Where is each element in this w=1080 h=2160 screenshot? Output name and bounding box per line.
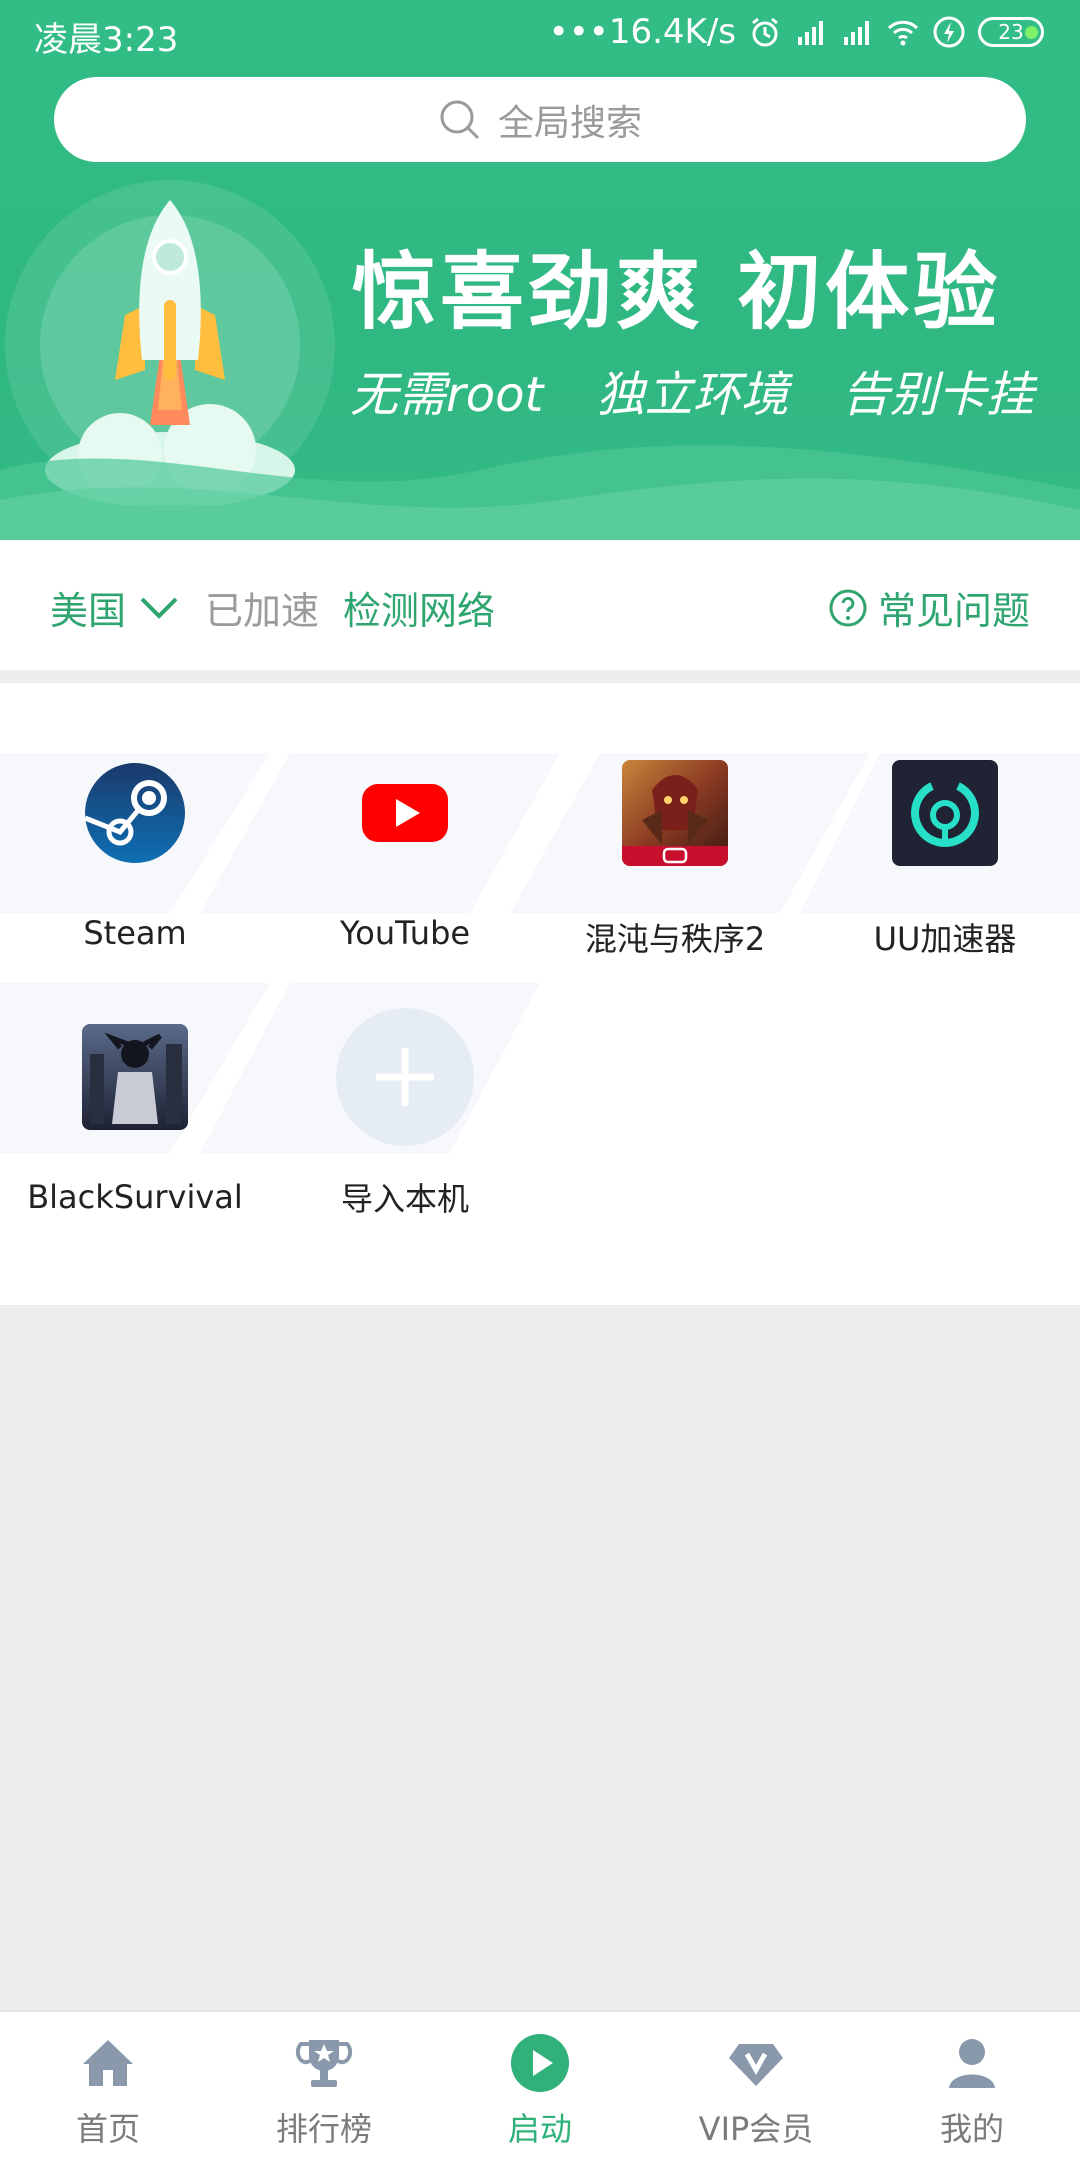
diamond-icon xyxy=(729,2044,783,2086)
faq-label: 常见问题 xyxy=(877,589,1030,633)
detect-network-link[interactable]: 检测网络 xyxy=(343,580,495,635)
question-icon xyxy=(829,589,867,626)
status-icons: •••16.4K/s 23 xyxy=(549,12,1044,52)
search-input[interactable]: 全局搜索 xyxy=(54,77,1026,162)
app-item-black-survival[interactable]: BlackSurvival xyxy=(0,1024,270,1216)
nav-vip[interactable]: VIP会员 xyxy=(648,2012,864,2160)
search-placeholder: 全局搜索 xyxy=(497,102,642,144)
app-label: YouTube xyxy=(339,914,471,952)
nav-ranking[interactable]: 排行榜 xyxy=(216,2012,432,2160)
header-banner: 凌晨3:23 •••16.4K/s 23 全局搜索 惊喜劲爽 初体验 无需roo… xyxy=(0,0,1080,540)
app-label: 混沌与秩序2 xyxy=(584,920,766,958)
network-speed: •••16.4K/s xyxy=(548,12,736,52)
play-icon xyxy=(511,2034,569,2092)
signal-hd-icon xyxy=(798,21,823,45)
wifi-icon xyxy=(887,20,919,46)
app-item-steam[interactable]: Steam xyxy=(0,760,270,952)
app-item-youtube[interactable]: YouTube xyxy=(270,760,540,952)
home-icon xyxy=(83,2040,133,2086)
nav-home[interactable]: 首页 xyxy=(0,2012,216,2160)
battery-icon: 23 xyxy=(978,17,1044,47)
app-label: Steam xyxy=(83,914,187,952)
uu-accelerator-icon xyxy=(892,760,998,866)
steam-icon xyxy=(84,763,185,863)
black-survival-icon xyxy=(82,1024,188,1130)
accelerate-bar: 美国 已加速 检测网络 常见问题 xyxy=(0,540,1080,670)
app-item-uu-accelerator[interactable]: UU加速器 xyxy=(810,760,1080,960)
user-icon xyxy=(949,2039,995,2088)
app-label: BlackSurvival xyxy=(27,1178,243,1216)
nav-label: 排行榜 xyxy=(275,2110,372,2148)
nav-label: 启动 xyxy=(507,2110,572,2148)
signal-icon xyxy=(844,21,869,45)
app-label: 导入本机 xyxy=(340,1180,469,1218)
banner-subtitle-3: 告别卡挂 xyxy=(841,367,1034,423)
search-icon xyxy=(440,100,480,139)
app-grid: Steam YouTube 混沌与秩序2 UU加速器 BlackSurvival… xyxy=(0,683,1080,1305)
battery-level: 23 xyxy=(998,20,1024,44)
charging-icon xyxy=(933,16,965,48)
chevron-down-icon xyxy=(140,597,178,619)
banner-subtitle-1: 无需root xyxy=(350,367,544,423)
app-label: UU加速器 xyxy=(873,920,1017,958)
banner-title: 惊喜劲爽 初体验 xyxy=(352,243,1002,341)
app-item-chaos-order-2[interactable]: 混沌与秩序2 xyxy=(540,760,810,960)
nav-label: 我的 xyxy=(939,2110,1004,2148)
nav-mine[interactable]: 我的 xyxy=(864,2012,1080,2160)
status-time: 凌晨3:23 xyxy=(34,20,179,60)
bottom-nav: 首页 排行榜 启动 VIP会员 我的 xyxy=(0,2010,1080,2160)
region-selector[interactable]: 美国 xyxy=(50,580,180,635)
accelerate-status: 已加速 xyxy=(205,589,320,633)
status-bar: 凌晨3:23 •••16.4K/s 23 xyxy=(0,0,1080,70)
nav-label: VIP会员 xyxy=(698,2110,814,2148)
faq-link[interactable]: 常见问题 xyxy=(828,580,1030,635)
nav-label: 首页 xyxy=(75,2110,140,2148)
plus-icon xyxy=(336,1008,474,1146)
youtube-icon xyxy=(362,784,448,842)
trophy-icon xyxy=(295,2040,353,2087)
banner-waves xyxy=(0,445,1080,540)
alarm-icon xyxy=(752,17,778,47)
banner-subtitle: 无需root 独立环境 告别卡挂 xyxy=(350,355,1072,425)
import-local-button[interactable]: 导入本机 xyxy=(270,1008,540,1220)
chaos-order-icon xyxy=(622,760,728,866)
nav-launch[interactable]: 启动 xyxy=(432,2012,648,2160)
region-label: 美国 xyxy=(50,589,127,633)
banner-subtitle-2: 独立环境 xyxy=(596,367,789,423)
